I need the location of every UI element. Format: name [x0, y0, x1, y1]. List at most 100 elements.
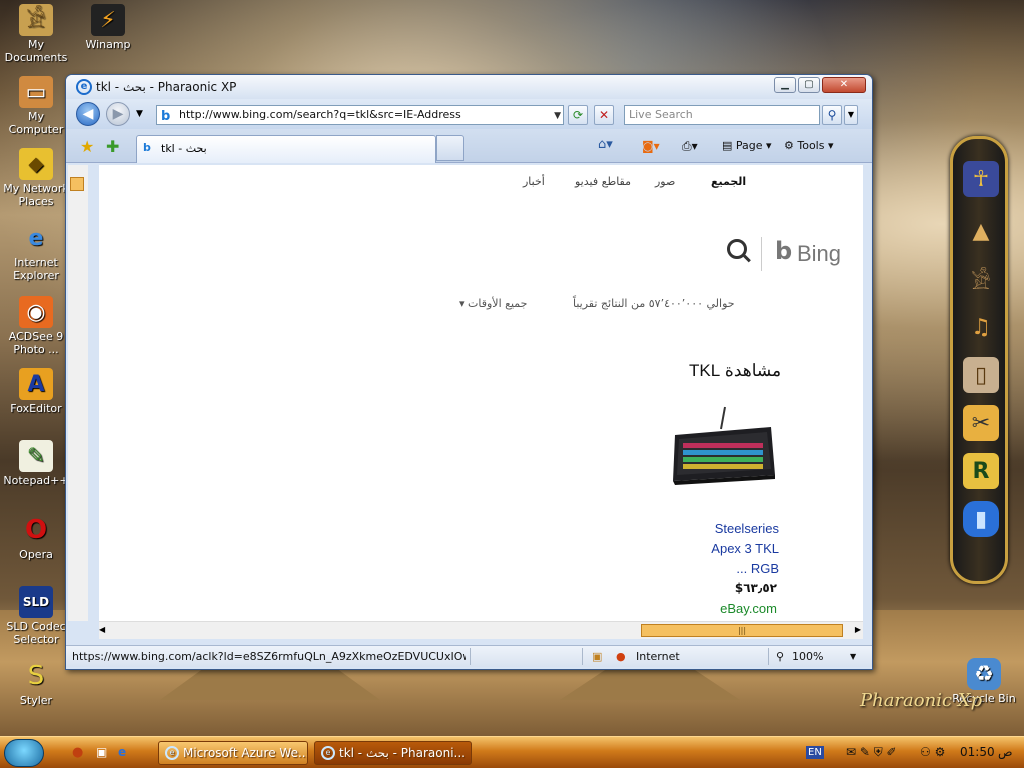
clock[interactable]: 01:50	[960, 745, 995, 759]
desktop-icon-acdsee[interactable]: ◉ ACDSee 9 Photo ...	[0, 296, 72, 356]
desktop-icon-my-network-places[interactable]: ⬥ My Network Places	[0, 148, 72, 208]
keyboard-product-image[interactable]	[669, 405, 777, 491]
language-indicator[interactable]: EN	[806, 746, 824, 759]
maximize-button[interactable]: ▢	[798, 77, 820, 93]
quick-launch-desktop-icon[interactable]: ▣	[96, 745, 107, 759]
horizontal-scrollbar-thumb[interactable]: |||	[641, 624, 843, 637]
home-icon[interactable]: ⌂▾	[598, 137, 613, 152]
refresh-button[interactable]: ⟳	[568, 105, 588, 125]
desktop-icon-winamp[interactable]: ⚡ Winamp	[72, 4, 144, 51]
vertical-scrollbar-thumb[interactable]	[70, 177, 84, 191]
desktop-icon-foxeditor[interactable]: A FoxEditor	[0, 368, 72, 415]
address-bar[interactable]: b http://www.bing.com/search?q=tkl&src=I…	[156, 105, 564, 125]
status-bar: https://www.bing.com/aclk?ld=e8SZ6rmfuQL…	[66, 645, 872, 667]
notepad-plus-plus-icon: ✎	[19, 440, 53, 472]
task-button-tkl-search[interactable]: e tkl - بحث - Pharaoni...	[314, 741, 472, 765]
internet-explorer-icon: e	[165, 746, 179, 760]
bing-logo[interactable]: Bing	[797, 241, 841, 267]
status-separator	[470, 648, 471, 665]
product-title-line3[interactable]: RGB ...	[699, 561, 779, 576]
bing-logo-icon[interactable]: b	[775, 239, 793, 263]
recycle-bin-icon: ♻	[967, 658, 1001, 690]
task-button-azure[interactable]: e Microsoft Azure We...	[158, 741, 308, 765]
page-menu[interactable]: ▤ Page ▾	[722, 139, 772, 152]
zoom-icon[interactable]: ⚲	[776, 650, 784, 663]
favorites-star-icon[interactable]: ★	[80, 137, 94, 156]
desktop-icon-label: Notepad++	[3, 474, 69, 487]
protected-mode-icon[interactable]: ▣	[592, 650, 602, 663]
scribe-icon[interactable]: 𓀀	[963, 261, 999, 297]
address-url: http://www.bing.com/search?q=tkl&src=IE-…	[179, 108, 461, 121]
security-zone: Internet	[636, 650, 680, 663]
window-title: tkl - بحث - Pharaonic XP	[96, 80, 237, 94]
nav-tab-all[interactable]: الجميع	[711, 175, 746, 188]
zoom-level[interactable]: 100%	[792, 650, 823, 663]
browser-window: e tkl - بحث - Pharaonic XP ▁ ▢ ✕ ◀ ▶ ▼ b…	[65, 74, 873, 670]
pharaoh-mask-icon[interactable]: ☥	[963, 161, 999, 197]
history-dropdown-icon[interactable]: ▼	[136, 109, 143, 119]
section-title[interactable]: مشاهدة TKL	[689, 361, 781, 381]
desktop-icon-styler[interactable]: S Styler	[0, 660, 72, 708]
close-button[interactable]: ✕	[822, 77, 866, 93]
tray-network-icon[interactable]: ⚇ ⚙	[920, 745, 945, 759]
page-content: الجميع صور مقاطع فيديو أخبار b Bing حوال…	[99, 165, 863, 621]
nav-tab-news[interactable]: أخبار	[523, 175, 545, 188]
register-icon[interactable]: R	[963, 453, 999, 489]
scroll-right-icon[interactable]: ▶	[855, 625, 861, 634]
pyramids-icon[interactable]: ▲	[963, 213, 999, 249]
horizontal-scrollbar[interactable]: ◀ ||| ▶	[99, 621, 863, 639]
status-separator	[582, 648, 583, 665]
tools-menu[interactable]: ⚙ Tools ▾	[784, 139, 834, 152]
vertical-scrollbar[interactable]	[68, 165, 88, 621]
search-button[interactable]: ⚲	[822, 105, 842, 125]
nav-tab-images[interactable]: صور	[655, 175, 675, 188]
nav-tab-videos[interactable]: مقاطع فيديو	[575, 175, 631, 188]
minimize-button[interactable]: ▁	[774, 77, 796, 93]
bing-favicon-icon: b	[143, 141, 151, 154]
zoom-dropdown-icon[interactable]: ▼	[850, 652, 856, 661]
stop-button[interactable]: ✕	[594, 105, 614, 125]
foxeditor-icon: A	[19, 368, 53, 400]
desktop-icon-sld-codec-selector[interactable]: SLD SLD Codec Selector	[0, 586, 72, 646]
add-favorite-icon[interactable]: ✚	[106, 137, 119, 156]
search-magnifier-handle	[743, 254, 751, 263]
harp-icon[interactable]: ♫	[963, 309, 999, 345]
address-dropdown-icon[interactable]: ▼	[554, 107, 561, 124]
search-options-icon[interactable]: ▼	[844, 105, 858, 125]
new-tab-button[interactable]	[436, 135, 464, 161]
time-filter-dropdown[interactable]: جميع الأوقات ▾	[459, 297, 527, 310]
desktop-icon-label: Opera	[19, 548, 53, 561]
product-seller[interactable]: eBay.com	[699, 601, 777, 616]
scroll-left-icon[interactable]: ◀	[99, 625, 105, 634]
desktop-icon-notepad-plus-plus[interactable]: ✎ Notepad++	[0, 440, 72, 487]
internet-explorer-icon: e	[76, 79, 92, 95]
task-label: Microsoft Azure We...	[183, 746, 308, 760]
product-title-line1[interactable]: Steelseries	[699, 521, 779, 536]
results-count: حوالي ٥٧٬٤٠٠٬٠٠٠ من النتائج تقريباً	[573, 297, 735, 310]
page-menu-label: Page	[735, 139, 763, 152]
desktop-icon-my-computer[interactable]: ▭ My Computer	[0, 76, 72, 136]
tools-icon[interactable]: ✂	[963, 405, 999, 441]
desktop-icon-label: My Computer	[8, 110, 64, 136]
capsule-icon[interactable]: ▮	[963, 501, 999, 537]
quick-launch-ie-icon[interactable]: e	[118, 745, 126, 759]
quick-launch-firefox-icon[interactable]: ●	[72, 745, 83, 760]
side-dock: ☥ ▲ 𓀀 ♫ ▯ ✂ R ▮	[950, 136, 1008, 584]
back-button[interactable]: ◀	[76, 102, 100, 126]
print-icon[interactable]: ⎙▾	[682, 139, 698, 154]
clock-ampm: ص	[998, 745, 1013, 759]
desktop-icon-internet-explorer[interactable]: e Internet Explorer	[0, 222, 72, 282]
desktop-icon-my-documents[interactable]: 𓀀 My Documents	[0, 4, 72, 64]
search-input[interactable]: Live Search	[624, 105, 820, 125]
start-button[interactable]	[4, 739, 44, 767]
my-network-places-icon: ⬥	[19, 148, 53, 180]
tray-icons[interactable]: ✉ ✎ ⛨ ✐	[846, 745, 897, 760]
feeds-icon[interactable]: ◙▾	[642, 139, 660, 153]
forward-button[interactable]: ▶	[106, 102, 130, 126]
title-bar[interactable]: e tkl - بحث - Pharaonic XP ▁ ▢ ✕	[66, 75, 872, 99]
desktop-icon-opera[interactable]: O Opera	[0, 514, 72, 562]
tab-tkl-search[interactable]: b tkl - بحث	[136, 135, 436, 163]
book-icon[interactable]: ▯	[963, 357, 999, 393]
product-title-line2[interactable]: Apex 3 TKL	[699, 541, 779, 556]
status-separator	[768, 648, 769, 665]
